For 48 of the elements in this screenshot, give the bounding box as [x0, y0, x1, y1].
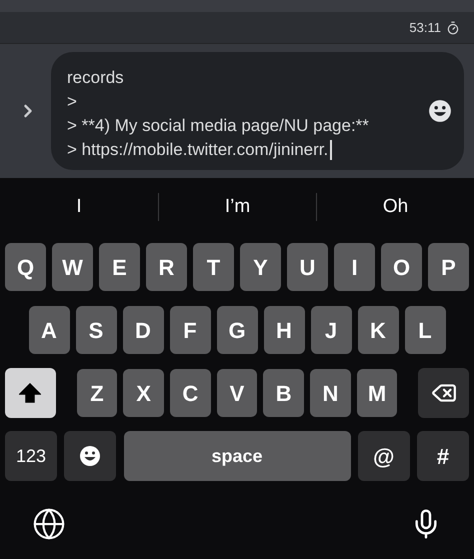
- letter-key[interactable]: C: [170, 369, 211, 417]
- up-arrow-icon: [19, 383, 42, 403]
- letter-key[interactable]: R: [146, 243, 187, 291]
- letter-key[interactable]: P: [428, 243, 469, 291]
- globe-icon[interactable]: [32, 507, 66, 541]
- emoji-key[interactable]: [64, 431, 116, 481]
- letter-key[interactable]: U: [287, 243, 328, 291]
- letter-key[interactable]: Q: [5, 243, 46, 291]
- message-input[interactable]: records > > **4) My social media page/NU page:** > https://mobile.twitter.com/jininerr.: [51, 52, 464, 170]
- letter-key[interactable]: W: [52, 243, 93, 291]
- letter-key[interactable]: T: [193, 243, 234, 291]
- letter-key[interactable]: N: [310, 369, 351, 417]
- text-cursor: [330, 140, 332, 160]
- letter-key[interactable]: L: [404, 306, 446, 354]
- letter-key[interactable]: K: [358, 306, 398, 354]
- message-text-line: records: [67, 67, 124, 89]
- numbers-key[interactable]: 123: [5, 431, 57, 481]
- message-text-line: > https://mobile.twitter.com/jininerr.: [67, 139, 328, 161]
- letter-key[interactable]: G: [216, 306, 258, 354]
- shift-key[interactable]: [5, 368, 56, 418]
- letter-key[interactable]: B: [263, 369, 304, 417]
- space-key[interactable]: space: [124, 431, 350, 481]
- letter-key[interactable]: E: [99, 243, 140, 291]
- letter-key[interactable]: V: [216, 369, 258, 417]
- letter-key[interactable]: X: [123, 369, 164, 417]
- letter-key[interactable]: F: [170, 306, 210, 354]
- letter-key[interactable]: H: [264, 306, 304, 354]
- smiley-icon: [79, 445, 102, 467]
- delete-key[interactable]: [418, 368, 470, 418]
- letter-key[interactable]: S: [76, 306, 116, 354]
- stopwatch-icon: [446, 20, 460, 34]
- letter-key[interactable]: A: [28, 306, 70, 354]
- suggestion-item[interactable]: I: [0, 192, 158, 222]
- message-text-line: >: [67, 91, 77, 113]
- symbol-key[interactable]: #: [417, 431, 469, 481]
- letter-key[interactable]: O: [381, 243, 422, 291]
- symbol-key[interactable]: @: [358, 431, 410, 481]
- suggestion-item[interactable]: Oh: [317, 192, 474, 222]
- timer-text: 53:11: [409, 18, 441, 37]
- smiley-icon[interactable]: [428, 99, 452, 123]
- message-text-line: > **4) My social media page/NU page:**: [67, 115, 369, 137]
- letter-key[interactable]: D: [122, 306, 164, 354]
- letter-key[interactable]: I: [334, 243, 375, 291]
- letter-key[interactable]: Z: [76, 369, 118, 417]
- letter-key[interactable]: J: [310, 306, 352, 354]
- letter-key[interactable]: M: [356, 369, 398, 417]
- letter-key[interactable]: Y: [240, 243, 281, 291]
- suggestion-item[interactable]: I’m: [159, 192, 316, 222]
